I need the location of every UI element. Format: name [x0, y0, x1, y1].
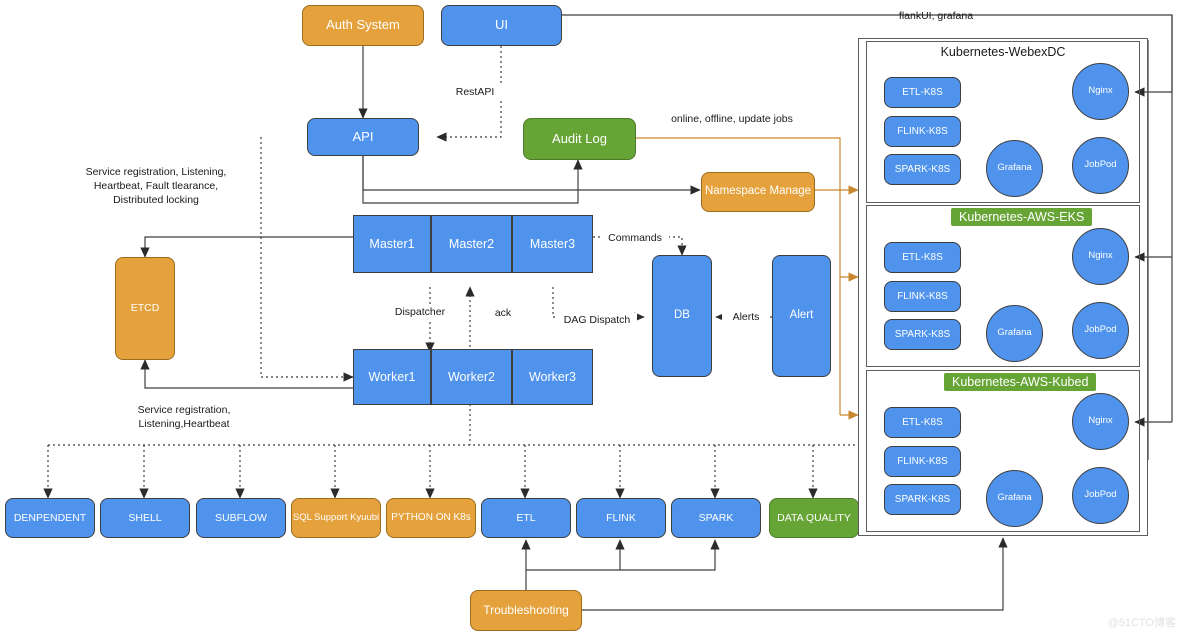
node-db-label: DB: [674, 309, 690, 322]
node-master3[interactable]: Master3: [512, 215, 593, 273]
pod-label: Grafana: [997, 327, 1032, 339]
task-label: FLINK: [606, 511, 636, 524]
node-namespace-manage[interactable]: Namespace Manage: [701, 172, 815, 212]
node-troubleshooting[interactable]: Troubleshooting: [470, 590, 582, 631]
node-master1-label: Master1: [369, 236, 415, 251]
pod-nginx-eks[interactable]: Nginx: [1072, 228, 1129, 285]
edge-label-etcd-top: Service registration, Listening, Heartbe…: [85, 166, 227, 207]
task-label: ETL: [516, 511, 536, 524]
pod-grafana-webexdc[interactable]: Grafana: [986, 140, 1043, 197]
task-box-sql-support-kyuubi[interactable]: SQL Support Kyuubi: [291, 498, 381, 538]
task-label: DATA QUALITY: [777, 511, 851, 524]
pod-label: SPARK-K8S: [894, 163, 951, 175]
node-master2[interactable]: Master2: [431, 215, 512, 273]
pod-label: ETL-K8S: [902, 86, 943, 98]
pod-flink-k8s-kubed[interactable]: FLINK-K8S: [884, 446, 961, 477]
pod-label: JobPod: [1084, 159, 1117, 171]
node-alert[interactable]: Alert: [772, 255, 831, 377]
task-box-python-on-k8s[interactable]: PYTHON ON K8s: [386, 498, 476, 538]
cluster-webexdc-title: Kubernetes-WebexDC: [940, 45, 1066, 59]
node-db[interactable]: DB: [652, 255, 712, 377]
pod-label: Grafana: [997, 162, 1032, 174]
pod-label: Nginx: [1088, 85, 1113, 97]
node-ui[interactable]: UI: [441, 5, 562, 46]
task-label: SPARK: [698, 511, 734, 524]
pod-label: JobPod: [1084, 324, 1117, 336]
node-auth-system-label: Auth System: [326, 17, 400, 33]
node-etcd[interactable]: ETCD: [115, 257, 175, 360]
node-namespace-manage-label: Namespace Manage: [704, 185, 812, 198]
pod-etl-k8s-webexdc[interactable]: ETL-K8S: [884, 77, 961, 108]
pod-label: JobPod: [1084, 489, 1117, 501]
task-label: PYTHON ON K8s: [391, 512, 471, 524]
node-worker3[interactable]: Worker3: [512, 349, 593, 405]
task-box-spark[interactable]: SPARK: [671, 498, 761, 538]
edge-label-dag-dispatch: DAG Dispatch: [557, 313, 637, 328]
node-master2-label: Master2: [448, 236, 495, 251]
edge-label-alerts: Alerts: [722, 310, 770, 325]
task-label: SUBFLOW: [215, 511, 267, 524]
pod-label: FLINK-K8S: [897, 290, 948, 302]
node-audit-log-label: Audit Log: [552, 130, 607, 146]
task-box-etl[interactable]: ETL: [481, 498, 571, 538]
edge-label-etcd-bottom: Service registration, Listening,Heartbea…: [137, 404, 231, 431]
pod-label: FLINK-K8S: [897, 455, 948, 467]
node-api[interactable]: API: [307, 118, 419, 156]
pod-label: ETL-K8S: [902, 416, 943, 428]
pod-grafana-eks[interactable]: Grafana: [986, 305, 1043, 362]
task-box-shell[interactable]: SHELL: [100, 498, 190, 538]
pod-spark-k8s-kubed[interactable]: SPARK-K8S: [884, 484, 961, 515]
node-worker1[interactable]: Worker1: [353, 349, 431, 405]
task-box-data-quality[interactable]: DATA QUALITY: [769, 498, 859, 538]
edge-label-ack: ack: [484, 306, 522, 321]
pod-jobpod-eks[interactable]: JobPod: [1072, 302, 1129, 359]
node-api-label: API: [352, 128, 374, 144]
node-worker3-label: Worker3: [528, 369, 576, 384]
task-label: SQL Support Kyuubi: [292, 511, 380, 523]
watermark: @51CTO博客: [1107, 617, 1176, 629]
task-label: DENPENDENT: [13, 511, 87, 524]
cluster-aws-kubed-title: Kubernetes-AWS-Kubed: [944, 373, 1097, 391]
pod-grafana-kubed[interactable]: Grafana: [986, 470, 1043, 527]
pod-label: FLINK-K8S: [897, 125, 948, 137]
pod-label: ETL-K8S: [902, 251, 943, 263]
pod-jobpod-kubed[interactable]: JobPod: [1072, 467, 1129, 524]
edge-label-flank-ui: flankUI, grafana: [898, 10, 974, 22]
pod-spark-k8s-eks[interactable]: SPARK-K8S: [884, 319, 961, 350]
node-master3-label: Master3: [529, 236, 576, 251]
pod-nginx-webexdc[interactable]: Nginx: [1072, 63, 1129, 120]
node-worker1-label: Worker1: [368, 369, 416, 384]
task-box-subflow[interactable]: SUBFLOW: [196, 498, 286, 538]
pod-label: Nginx: [1088, 250, 1113, 262]
pod-etl-k8s-eks[interactable]: ETL-K8S: [884, 242, 961, 273]
pod-jobpod-webexdc[interactable]: JobPod: [1072, 137, 1129, 194]
pod-nginx-kubed[interactable]: Nginx: [1072, 393, 1129, 450]
task-label: SHELL: [128, 511, 162, 524]
node-alert-label: Alert: [789, 309, 814, 322]
edge-label-dispatcher: Dispatcher: [388, 305, 452, 320]
pod-label: Grafana: [997, 492, 1032, 504]
node-master1[interactable]: Master1: [353, 215, 431, 273]
node-worker2[interactable]: Worker2: [431, 349, 512, 405]
edge-label-rest-api: RestAPI: [447, 85, 503, 100]
pod-spark-k8s-webexdc[interactable]: SPARK-K8S: [884, 154, 961, 185]
diagram-canvas: Auth System UI API Audit Log Namespace M…: [0, 0, 1184, 636]
pod-flink-k8s-webexdc[interactable]: FLINK-K8S: [884, 116, 961, 147]
node-auth-system[interactable]: Auth System: [302, 5, 424, 46]
node-troubleshooting-label: Troubleshooting: [483, 602, 569, 617]
pod-flink-k8s-eks[interactable]: FLINK-K8S: [884, 281, 961, 312]
task-box-denpendent[interactable]: DENPENDENT: [5, 498, 95, 538]
node-etcd-label: ETCD: [130, 302, 160, 315]
cluster-aws-eks-title: Kubernetes-AWS-EKS: [951, 208, 1093, 226]
node-audit-log[interactable]: Audit Log: [523, 118, 636, 160]
pod-label: Nginx: [1088, 415, 1113, 427]
pod-label: SPARK-K8S: [894, 493, 951, 505]
node-worker2-label: Worker2: [447, 369, 495, 384]
edge-label-commands: Commands: [601, 231, 669, 246]
node-ui-label: UI: [495, 17, 508, 33]
task-box-flink[interactable]: FLINK: [576, 498, 666, 538]
pod-label: SPARK-K8S: [894, 328, 951, 340]
pod-etl-k8s-kubed[interactable]: ETL-K8S: [884, 407, 961, 438]
edge-label-online-offline: online, offline, update jobs: [671, 113, 793, 125]
